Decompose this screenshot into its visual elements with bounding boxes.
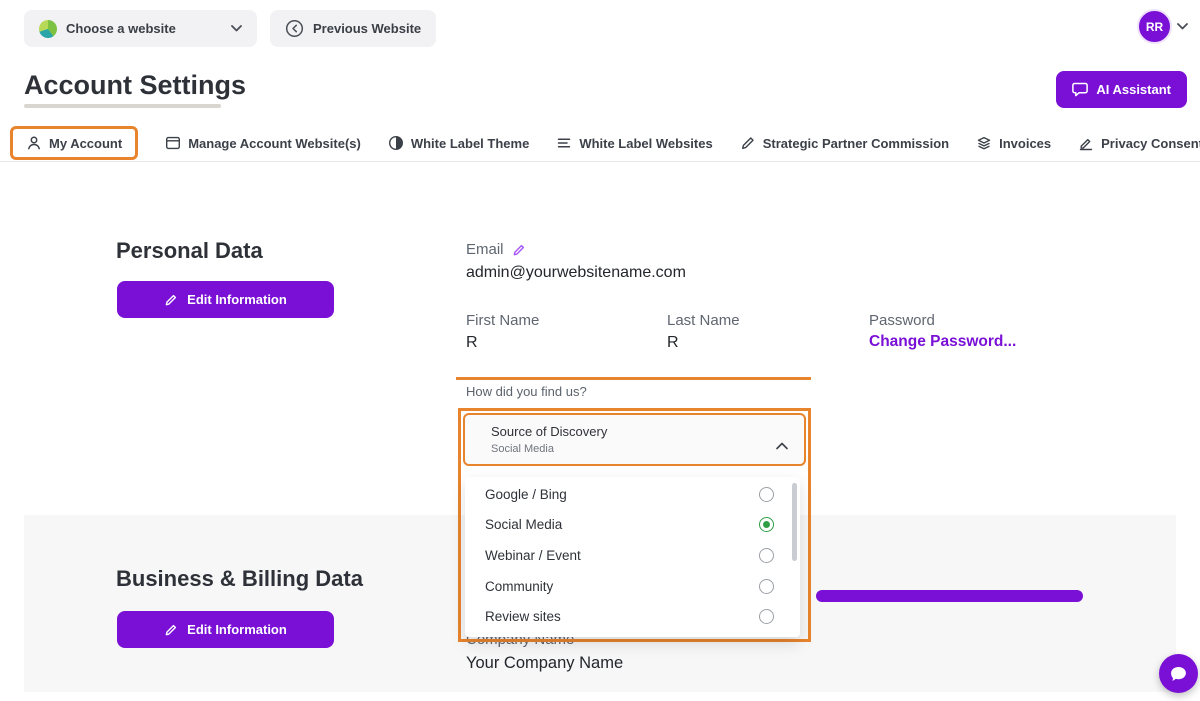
purple-progress-bar (816, 590, 1083, 602)
edit-information-label: Edit Information (187, 292, 287, 307)
option-social-media[interactable]: Social Media (465, 510, 800, 541)
chevron-down-icon (231, 25, 242, 32)
chat-icon (1072, 82, 1088, 97)
tabbar-divider (0, 161, 1200, 162)
list-icon (556, 135, 572, 151)
tab-white-label-websites[interactable]: White Label Websites (556, 135, 712, 151)
business-billing-title: Business & Billing Data (116, 566, 363, 592)
chat-widget-button[interactable] (1159, 654, 1198, 693)
tab-invoices[interactable]: Invoices (976, 135, 1051, 151)
radio-unselected-icon[interactable] (759, 487, 774, 502)
tab-my-account[interactable]: My Account (10, 126, 138, 160)
highlight-top-line (456, 377, 811, 380)
last-name-label: Last Name (667, 312, 740, 329)
chevron-down-icon (1177, 23, 1188, 30)
page-title: Account Settings (24, 70, 246, 101)
user-icon (26, 135, 42, 151)
contrast-icon (388, 135, 404, 151)
tab-manage-account-websites[interactable]: Manage Account Website(s) (165, 135, 361, 151)
edit-business-information-button[interactable]: Edit Information (117, 611, 334, 648)
layers-icon (976, 135, 992, 151)
option-google-bing[interactable]: Google / Bing (465, 479, 800, 510)
discovery-options-panel: Google / Bing Social Media Webinar / Eve… (465, 477, 800, 637)
website-logo-icon (39, 20, 57, 38)
how-did-you-find-us-label: How did you find us? (466, 384, 587, 399)
first-name-value: R (466, 334, 478, 352)
option-webinar-event[interactable]: Webinar / Event (465, 540, 800, 571)
previous-website-label: Previous Website (313, 21, 421, 36)
email-label: Email (466, 241, 504, 258)
company-name-value: Your Company Name (466, 654, 623, 673)
email-field-header: Email (466, 241, 526, 258)
select-value: Social Media (491, 443, 554, 455)
avatar[interactable]: RR (1137, 9, 1172, 44)
account-settings-page: Choose a website Previous Website RR Acc… (0, 0, 1200, 701)
edit-email-icon[interactable] (512, 243, 526, 257)
pencil-icon (740, 135, 756, 151)
radio-unselected-icon[interactable] (759, 579, 774, 594)
tab-strategic-partner-commission[interactable]: Strategic Partner Commission (740, 135, 949, 151)
personal-data-title: Personal Data (116, 238, 263, 264)
pencil-icon (164, 293, 178, 307)
radio-selected-icon[interactable] (759, 517, 774, 532)
chat-bubble-icon (1169, 665, 1188, 683)
chevron-up-icon (776, 437, 788, 455)
tab-privacy-consents[interactable]: Privacy Consents (1078, 135, 1200, 151)
discovery-highlight-box: Source of Discovery Social Media Google … (458, 408, 811, 642)
first-name-label: First Name (466, 312, 539, 329)
tab-white-label-theme[interactable]: White Label Theme (388, 135, 529, 151)
user-menu[interactable]: RR (1137, 9, 1188, 44)
previous-website-button[interactable]: Previous Website (270, 10, 436, 47)
browser-icon (165, 135, 181, 151)
radio-unselected-icon[interactable] (759, 609, 774, 624)
edit-personal-information-button[interactable]: Edit Information (117, 281, 334, 318)
password-label: Password (869, 312, 935, 329)
tab-label: Privacy Consents (1101, 136, 1200, 151)
tab-label: My Account (49, 136, 122, 151)
pen-icon (1078, 135, 1094, 151)
tab-label: Manage Account Website(s) (188, 136, 361, 151)
source-of-discovery-select[interactable]: Source of Discovery Social Media (463, 413, 806, 466)
change-password-link[interactable]: Change Password... (869, 333, 1016, 351)
title-underline (24, 104, 221, 108)
email-value: admin@yourwebsitename.com (466, 264, 686, 282)
pencil-icon (164, 623, 178, 637)
option-review-sites[interactable]: Review sites (465, 601, 800, 632)
ai-assistant-button[interactable]: AI Assistant (1056, 71, 1187, 108)
tab-label: Strategic Partner Commission (763, 136, 949, 151)
radio-unselected-icon[interactable] (759, 548, 774, 563)
settings-tabbar: My Account Manage Account Website(s) Whi… (10, 124, 1200, 162)
scrollbar-thumb[interactable] (792, 483, 797, 561)
back-circle-icon (285, 19, 304, 38)
option-community[interactable]: Community (465, 571, 800, 602)
tab-label: White Label Websites (579, 136, 712, 151)
edit-information-label: Edit Information (187, 622, 287, 637)
choose-website-dropdown[interactable]: Choose a website (24, 10, 257, 47)
choose-website-label: Choose a website (66, 21, 176, 36)
ai-assistant-label: AI Assistant (1096, 82, 1171, 97)
tab-label: Invoices (999, 136, 1051, 151)
select-label: Source of Discovery (491, 424, 607, 439)
last-name-value: R (667, 334, 679, 352)
tab-label: White Label Theme (411, 136, 529, 151)
